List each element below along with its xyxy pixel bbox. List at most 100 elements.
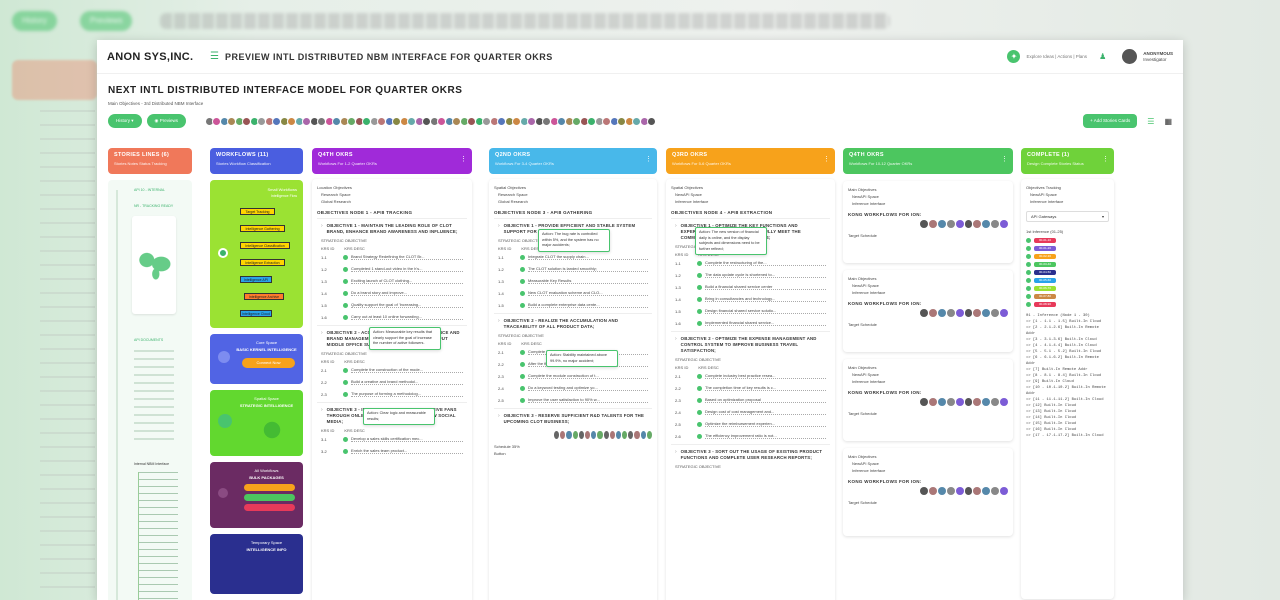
kr-row[interactable]: 2-3 Complete the module construction of t… [498,370,648,382]
assignee-avatar[interactable] [937,487,946,495]
workflow-card-spatial[interactable]: Spatial Space STRATEGIC INTELLIGENCE [210,390,303,456]
assignee-avatar[interactable] [560,431,566,439]
flow-step[interactable]: Intelligence Classification [240,242,290,249]
kr-row[interactable]: 2-6 The efficiency improvement ratio is n… [675,430,826,442]
bulk-bar[interactable] [244,494,295,501]
assignee-avatar[interactable] [982,309,991,317]
assignee-avatar[interactable] [591,431,597,439]
assignee-avatar[interactable] [955,398,964,406]
objective-header[interactable]: › OBJECTIVE 2 - OPTIMIZE THE EXPENSE MANA… [675,336,826,354]
tag-item[interactable]: 00-01-20 [1026,245,1109,251]
kr-row[interactable]: 1-3 Exciting launch of CLOT clothing... [321,275,463,287]
assignee-avatar[interactable] [964,398,973,406]
kr-row[interactable]: 3-1 Develop a sales skills certification … [321,433,463,445]
grid-view-icon[interactable]: ▦ [1164,117,1172,126]
tag-item[interactable]: 00-06-70 [1026,285,1109,291]
assignee-avatar[interactable] [928,487,937,495]
assignee-avatar[interactable] [946,220,955,228]
more-icon[interactable]: ⋮ [1102,155,1109,163]
kr-row[interactable]: 2-2 Build a creative and brand methodol..… [321,376,463,388]
assignee-avatar[interactable] [634,431,640,439]
assignee-avatar[interactable] [554,431,560,439]
assignee-avatar[interactable] [609,431,615,439]
tag-item[interactable]: 00-01-10 [1026,237,1109,243]
kr-row[interactable]: 1-6 Carry out at least 10 online forwardi… [321,311,463,323]
more-icon[interactable]: ⋮ [645,155,652,163]
kr-row[interactable]: 2-1 Complete industry best practice resea… [675,370,826,382]
list-view-icon[interactable]: ☰ [1147,117,1154,126]
assignee-avatar[interactable] [920,309,928,317]
column-header-workflows[interactable]: WORKFLOWS (11) Stories Workflow Classifi… [210,148,303,174]
assignee-avatar[interactable] [955,309,964,317]
kr-row[interactable]: 2-5 Improve the user satisfaction to 90% … [498,394,648,406]
assignee-avatar[interactable] [964,220,973,228]
assignee-avatar[interactable] [1000,309,1009,317]
column-header-stories[interactable]: STORIES LINES (6) Stories Notes Status T… [108,148,192,174]
kr-row[interactable]: 1-3 Build a financial shared service cent… [675,281,826,293]
assignee-avatar[interactable] [584,431,591,439]
assignee-avatar[interactable] [1000,487,1009,495]
kr-row[interactable]: 1-4 New CLOT evaluation scheme and CLO... [498,287,648,299]
objective-header[interactable]: › OBJECTIVE 1 - MAINTAIN THE LEADING ROLE… [321,223,463,235]
bell-icon[interactable]: ♟ [1099,52,1106,61]
bulk-bar[interactable] [244,484,295,491]
assignee-avatar[interactable] [597,431,603,439]
assignee-avatar[interactable] [578,431,584,439]
assignee-avatar[interactable] [991,398,1000,406]
kr-row[interactable]: 1-5 Build a complete enterprise data cent… [498,299,648,311]
assignee-avatar[interactable] [920,398,928,406]
assignee-avatar[interactable] [991,487,1000,495]
kr-row[interactable]: 1-2 The CLOT solution is landed smoothly; [498,263,648,275]
member-avatar[interactable] [647,116,657,126]
assignee-avatar[interactable] [955,487,964,495]
stories-item[interactable]: API DOCUMENTS [134,338,163,342]
assignee-avatar[interactable] [646,431,652,439]
kr-row[interactable]: 1-5 Quality support the goal of 'Increasi… [321,299,463,311]
okr4-card[interactable]: Main Objectives NewAPI Space Inference Int… [843,359,1013,441]
more-icon[interactable]: ⋮ [1001,155,1008,163]
kr-row[interactable]: 1-4 Do a brand story and improve... [321,287,463,299]
footer-button[interactable]: Button [494,450,652,457]
assignee-avatar[interactable] [920,220,928,228]
column-header-complete[interactable]: COMPLETE (1) Design Complete Stories Sta… [1021,148,1114,174]
explore-icon[interactable]: ✦ [1007,50,1021,63]
assignee-avatar[interactable] [603,431,609,439]
kr-row[interactable]: 1-1 Complete the restructuring of the... [675,257,826,269]
workflow-card-flow[interactable]: Small Workflows Intelligence Flow Target… [210,180,303,328]
assignee-avatar[interactable] [920,487,928,495]
assignee-avatar[interactable] [640,431,646,439]
kr-row[interactable]: 3-2 Enrich the sales team product... [321,445,463,457]
world-map-card[interactable] [132,216,176,314]
assignee-avatar[interactable] [1000,220,1009,228]
workflow-card-core[interactable]: Core Space BASIC KERNEL INTELLIGENCE Con… [210,334,303,384]
assignee-avatar[interactable] [955,220,964,228]
assignee-avatar[interactable] [937,398,946,406]
tag-item[interactable]: 00-08-90 [1026,301,1109,307]
objective-header[interactable]: › OBJECTIVE 3 - SORT OUT THE USAGE OF EXI… [675,449,826,461]
api-gateways-select[interactable]: API Gateways ▾ [1026,211,1109,222]
okr4-card[interactable]: Main Objectives NewAPI Space Inference Int… [843,448,1013,536]
workflow-card-all[interactable]: All Workflows BULK PACKAGES [210,462,303,528]
stories-item[interactable]: NR - TRACKING READY [134,204,173,208]
tag-item[interactable]: 00-02-30 [1026,253,1109,259]
kr-row[interactable]: 2-4 Design cost of cost management and... [675,406,826,418]
add-stories-cards-button[interactable]: + Add Stories Cards [1083,114,1138,128]
assignee-avatar[interactable] [928,398,937,406]
previews-button[interactable]: ◉ Previews [146,114,186,128]
assignee-avatar[interactable] [973,398,982,406]
assignee-avatar[interactable] [973,487,982,495]
kr-row[interactable]: 1-5 Design financial shared service solut… [675,305,826,317]
kr-row[interactable]: 2-5 Optimize the reimbursement experien..… [675,418,826,430]
assignee-avatar[interactable] [973,309,982,317]
assignee-avatar[interactable] [946,309,955,317]
assignee-avatar[interactable] [566,431,572,439]
kr-row[interactable]: 1-2 The data update cycle is shortened to… [675,269,826,281]
stories-item[interactable]: API 10 - INTERNAL [134,188,165,192]
okr4-card[interactable]: Main Objectives NewAPI Space Inference Int… [843,270,1013,352]
assignee-avatar[interactable] [946,398,955,406]
assignee-avatar[interactable] [991,220,1000,228]
assignee-avatar[interactable] [628,431,634,439]
tag-item[interactable]: 00-07-80 [1026,293,1109,299]
kr-row[interactable]: 2-1 Complete the construction of the mode… [321,364,463,376]
more-icon[interactable]: ⋮ [460,155,467,163]
